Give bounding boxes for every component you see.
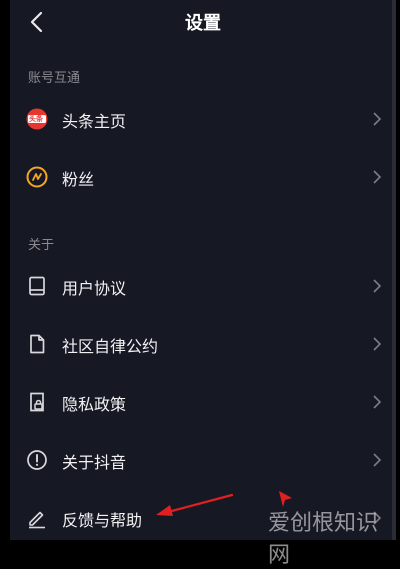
edit-icon — [29, 511, 45, 529]
settings-item-label: 隐私政策 — [62, 395, 127, 414]
settings-item-fans[interactable]: 粉丝 — [10, 149, 396, 205]
settings-item-label: 粉丝 — [62, 170, 95, 189]
watermark: 爱创根知识网 — [268, 511, 379, 568]
chevron-right-icon — [373, 453, 382, 467]
chevron-right-icon — [373, 170, 382, 184]
info-icon — [27, 450, 47, 470]
section-label-about: 关于 — [28, 238, 55, 253]
chevron-right-icon — [373, 337, 382, 351]
settings-item-label: 关于抖音 — [62, 453, 127, 472]
settings-item-community-rules[interactable]: 社区自律公约 — [10, 316, 396, 372]
settings-item-label: 用户协议 — [62, 279, 127, 298]
settings-item-label: 头条主页 — [62, 112, 127, 131]
chevron-right-icon — [373, 112, 382, 126]
book-icon — [29, 276, 45, 296]
fans-icon — [26, 166, 48, 188]
settings-item-label: 社区自律公约 — [62, 337, 159, 356]
privacy-lock-icon — [30, 392, 44, 412]
chevron-right-icon — [373, 395, 382, 409]
settings-item-label: 反馈与帮助 — [62, 511, 143, 530]
scroll-edge — [392, 0, 396, 540]
chevron-right-icon — [373, 279, 382, 293]
settings-item-toutiao[interactable]: 头条 头条主页 — [10, 91, 396, 147]
header: 设置 — [10, 0, 396, 44]
toutiao-badge-text: 头条 — [29, 115, 43, 123]
annotation-arrow-icon — [156, 493, 234, 516]
settings-item-user-agreement[interactable]: 用户协议 — [10, 258, 396, 314]
settings-screen: 设置 账号互通 头条 头条主页 粉丝 关于 用户协议 社区自律公约 隐私政策 关… — [10, 0, 396, 568]
section-label-account: 账号互通 — [28, 71, 81, 86]
settings-item-about-douyin[interactable]: 关于抖音 — [10, 432, 396, 488]
document-icon — [30, 334, 45, 354]
page-title: 设置 — [185, 13, 221, 34]
settings-item-privacy-policy[interactable]: 隐私政策 — [10, 374, 396, 430]
